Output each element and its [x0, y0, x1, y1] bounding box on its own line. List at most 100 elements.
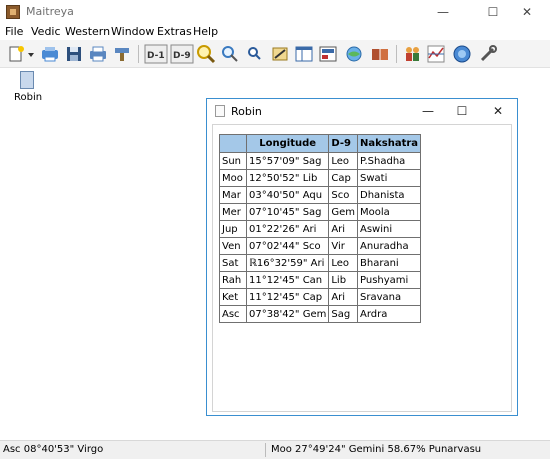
status-divider: [265, 443, 266, 457]
table-cell: 11°12'45" Cap: [245, 288, 330, 306]
globe-pin-icon[interactable]: [344, 44, 364, 64]
table-row: Mar 03°40'50" Aqu Sco Dhanista: [219, 186, 422, 204]
zoom-in-icon[interactable]: [196, 44, 216, 64]
d1-label: D-1: [147, 51, 165, 61]
new-dropdown-icon[interactable]: [26, 44, 36, 64]
table-cell: Sco: [328, 186, 358, 204]
app-title: Maitreya: [26, 5, 74, 18]
people-icon[interactable]: [402, 44, 422, 64]
search-icon[interactable]: [244, 44, 264, 64]
table-cell: Mar: [219, 186, 247, 204]
table-cell: Leo: [328, 152, 358, 170]
table-icon[interactable]: [294, 44, 314, 64]
table-cell: Sravana: [356, 288, 422, 306]
d9-chart-icon[interactable]: D-9: [170, 44, 194, 64]
menu-bar: File Vedic Western Window Extras Help: [0, 24, 550, 40]
table-cell: Rah: [219, 271, 247, 289]
child-window-title: Robin: [231, 105, 262, 118]
table-row: Jup 01°22'26" Ari Ari Aswini: [219, 220, 422, 238]
table-row: Sat ℝ16°32'59" Ari Leo Bharani: [219, 254, 422, 272]
graph-icon[interactable]: [426, 44, 446, 64]
table-cell: Sag: [328, 305, 358, 323]
document-icon[interactable]: [20, 71, 34, 89]
table-cell: 12°50'52" Lib: [245, 169, 330, 187]
table-cell: Cap: [328, 169, 358, 187]
toolbar: D-1 D-9: [0, 40, 550, 68]
table-cell: Ari: [328, 288, 358, 306]
minimize-button[interactable]: —: [420, 0, 466, 24]
table-cell: Mer: [219, 203, 247, 221]
table-cell: Ket: [219, 288, 247, 306]
table-row: Moo 12°50'52" Lib Cap Swati: [219, 169, 422, 187]
table-cell: Vir: [328, 237, 358, 255]
table-cell: Bharani: [356, 254, 422, 272]
menu-help[interactable]: Help: [193, 25, 218, 38]
table-row: Ven 07°02'44" Sco Vir Anuradha: [219, 237, 422, 255]
table-cell: 01°22'26" Ari: [245, 220, 330, 238]
edit-icon[interactable]: [270, 44, 290, 64]
table-cell: Anuradha: [356, 237, 422, 255]
planet-icon[interactable]: [452, 44, 472, 64]
table-cell: 07°38'42" Gem: [245, 305, 330, 323]
table-header: Nakshatra: [356, 134, 422, 153]
table-row: Asc 07°38'42" Gem Sag Ardra: [219, 305, 422, 323]
table-row: Ket 11°12'45" Cap Ari Sravana: [219, 288, 422, 306]
table-cell: Moo: [219, 169, 247, 187]
status-ascendant: Asc 08°40'53" Virgo: [3, 444, 104, 455]
table-cell: P.Shadha: [356, 152, 422, 170]
menu-western[interactable]: Western: [65, 25, 110, 38]
image-icon[interactable]: [318, 44, 338, 64]
app-logo-icon: [6, 5, 20, 19]
status-bar: Asc 08°40'53" Virgo Moo 27°49'24" Gemini…: [0, 440, 550, 459]
child-close-button[interactable]: ✕: [483, 99, 513, 123]
zoom-icon[interactable]: [220, 44, 240, 64]
child-minimize-button[interactable]: —: [413, 99, 443, 123]
tools-icon[interactable]: [478, 44, 498, 64]
table-cell: Ven: [219, 237, 247, 255]
table-cell: 15°57'09" Sag: [245, 152, 330, 170]
table-cell: ℝ16°32'59" Ari: [245, 254, 330, 272]
status-moon: Moo 27°49'24" Gemini 58.67% Punarvasu: [271, 444, 482, 455]
table-header: Longitude: [245, 134, 330, 153]
table-cell: Pushyami: [356, 271, 422, 289]
d9-label: D-9: [173, 51, 191, 61]
table-cell: Jup: [219, 220, 247, 238]
table-cell: Leo: [328, 254, 358, 272]
table-header-row: Longitude D-9 Nakshatra: [219, 134, 422, 153]
table-cell: Sat: [219, 254, 247, 272]
table-row: Sun 15°57'09" Sag Leo P.Shadha: [219, 152, 422, 170]
document-icon: [215, 105, 225, 117]
table-cell: Ardra: [356, 305, 422, 323]
table-cell: Dhanista: [356, 186, 422, 204]
open-icon[interactable]: [40, 44, 60, 64]
menu-file[interactable]: File: [5, 25, 23, 38]
table-cell: Gem: [328, 203, 358, 221]
save-icon[interactable]: [64, 44, 84, 64]
new-icon[interactable]: [6, 44, 26, 64]
table-cell: 11°12'45" Can: [245, 271, 330, 289]
toolbar-separator: [396, 45, 397, 63]
print-icon[interactable]: [88, 44, 108, 64]
table-cell: Swati: [356, 169, 422, 187]
child-maximize-button[interactable]: ☐: [447, 99, 477, 123]
close-button[interactable]: ✕: [504, 0, 550, 24]
table-cell: Asc: [219, 305, 247, 323]
menu-vedic[interactable]: Vedic: [31, 25, 61, 38]
table-cell: Moola: [356, 203, 422, 221]
menu-extras[interactable]: Extras: [157, 25, 192, 38]
app-titlebar: Maitreya — ☐ ✕: [0, 0, 550, 24]
book-icon[interactable]: [370, 44, 390, 64]
table-cell: 07°10'45" Sag: [245, 203, 330, 221]
d1-chart-icon[interactable]: D-1: [144, 44, 168, 64]
table-row: Mer 07°10'45" Sag Gem Moola: [219, 203, 422, 221]
table-header: D-9: [328, 134, 358, 153]
table-row: Rah 11°12'45" Can Lib Pushyami: [219, 271, 422, 289]
table-header: [219, 134, 247, 153]
menu-window[interactable]: Window: [111, 25, 154, 38]
desktop-icon-label[interactable]: Robin: [14, 92, 42, 103]
table-cell: 03°40'50" Aqu: [245, 186, 330, 204]
table-cell: Aswini: [356, 220, 422, 238]
table-cell: Sun: [219, 152, 247, 170]
table-cell: 07°02'44" Sco: [245, 237, 330, 255]
print-setup-icon[interactable]: [112, 44, 132, 64]
